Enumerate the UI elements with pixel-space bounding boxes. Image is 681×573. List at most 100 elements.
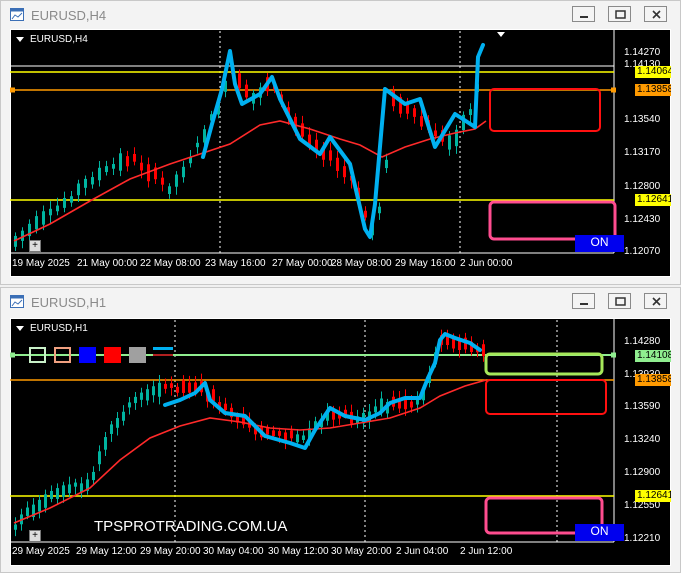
tool-swatch-blue[interactable] (79, 347, 96, 363)
tool-swatch-red[interactable] (104, 347, 121, 363)
price-label: 1.12800 (624, 181, 661, 192)
on-button[interactable]: ON (575, 235, 624, 252)
candle-body (469, 109, 472, 116)
candle-body (68, 484, 71, 494)
candle-body (152, 386, 155, 396)
symbol-label: EURUSD,H1 (30, 323, 88, 334)
tool-line-blue[interactable] (153, 347, 173, 350)
time-label: 22 May 08:00 (140, 258, 201, 269)
tool-swatch-gray[interactable] (129, 347, 146, 363)
candle-body (170, 383, 173, 388)
candle-body (448, 135, 451, 150)
candle-body (329, 150, 332, 161)
chart-area-h4[interactable]: EURUSD,H4 1.14270 1.14130 1.13540 1.1317… (10, 29, 671, 277)
candle-body (140, 162, 143, 171)
candle-body (378, 206, 381, 214)
candle-body (119, 153, 122, 171)
price-label: 1.13240 (624, 434, 661, 445)
close-button[interactable] (644, 293, 667, 309)
chart-menu-triangle-icon[interactable] (16, 37, 24, 42)
candle-body (74, 482, 77, 487)
level-badge-yellow: 1.14064 (635, 66, 671, 78)
candle-body (49, 208, 52, 216)
price-label: 1.12070 (624, 246, 661, 257)
candle-body (128, 402, 131, 408)
candle-body (176, 386, 179, 393)
price-label: 1.12210 (624, 533, 661, 544)
tool-swatch-orange-outline[interactable] (54, 347, 71, 363)
candle-body (212, 389, 215, 402)
candle-body (413, 108, 416, 117)
candle-body (98, 167, 101, 181)
time-label: 2 Jun 00:00 (460, 258, 513, 269)
candle-body (110, 424, 113, 434)
candle-body (196, 142, 199, 148)
candle-body (14, 524, 17, 530)
candle-body (56, 488, 59, 499)
expand-plus-icon[interactable]: + (29, 240, 41, 252)
minimize-button[interactable] (572, 6, 595, 22)
window-title: EURUSD,H4 (31, 8, 107, 23)
chart-window-icon (10, 295, 24, 308)
time-label: 30 May 04:00 (203, 546, 264, 557)
candle-body (374, 406, 377, 413)
chart-window-h1: EURUSD,H1 EURUSD,H1 1.14280 1.13930 1.13… (0, 287, 681, 573)
candle-body (278, 431, 281, 436)
on-button[interactable]: ON (575, 524, 624, 541)
chart-area-h1[interactable]: EURUSD,H1 1.14280 1.13930 1.13590 1.1324… (10, 318, 671, 566)
candle-body (245, 84, 248, 98)
moving-average-line (13, 379, 487, 524)
time-label: 23 May 16:00 (205, 258, 266, 269)
candle-body (26, 507, 29, 516)
candle-body (266, 428, 269, 435)
candle-body (70, 196, 73, 203)
candle-body (188, 382, 191, 393)
window-titlebar[interactable]: EURUSD,H1 (1, 288, 680, 316)
candle-body (62, 485, 65, 497)
close-icon (652, 297, 661, 306)
candle-body (168, 186, 171, 195)
close-icon (652, 10, 661, 19)
candle-body (104, 437, 107, 450)
maximize-icon (615, 297, 626, 306)
candle-body (182, 380, 185, 393)
price-label: 1.13540 (624, 114, 661, 125)
level-badge-orange: 1.13858 (635, 84, 671, 96)
zone-box (489, 88, 601, 132)
candle-body (420, 116, 423, 127)
candle-body (175, 174, 178, 187)
zone-box (485, 379, 607, 415)
zone-box (484, 352, 604, 376)
tool-swatch-green-outline[interactable] (29, 347, 46, 363)
candle-body (336, 157, 339, 171)
time-label: 21 May 00:00 (77, 258, 138, 269)
symbol-label: EURUSD,H4 (30, 34, 88, 45)
chart-window-icon (10, 8, 24, 21)
tool-line-red[interactable] (153, 354, 173, 356)
maximize-button[interactable] (608, 293, 631, 309)
candle-body (105, 166, 108, 173)
candle-body (164, 383, 167, 389)
time-label: 30 May 20:00 (331, 546, 392, 557)
time-label: 29 May 12:00 (76, 546, 137, 557)
candle-body (134, 396, 137, 404)
level-marker (611, 352, 616, 358)
time-label: 2 Jun 12:00 (460, 546, 513, 557)
chart-window-h4: EURUSD,H4 EURUSD,H4 1.14270 1.14130 1.13… (0, 0, 681, 285)
close-button[interactable] (644, 6, 667, 22)
minimize-button[interactable] (572, 293, 595, 309)
level-badge-yellow: 1.12641 (635, 194, 671, 206)
maximize-icon (615, 10, 626, 19)
time-label: 29 May 16:00 (395, 258, 456, 269)
candle-body (133, 153, 136, 162)
candle-body (92, 471, 95, 481)
time-label: 30 May 12:00 (268, 546, 329, 557)
chart-menu-triangle-icon[interactable] (16, 326, 24, 331)
maximize-button[interactable] (608, 6, 631, 22)
window-titlebar[interactable]: EURUSD,H4 (1, 1, 680, 29)
chart-shift-marker-icon[interactable] (497, 32, 505, 37)
expand-plus-icon[interactable]: + (29, 530, 41, 542)
level-marker (10, 352, 15, 358)
time-label: 2 Jun 04:00 (396, 546, 449, 557)
time-label: 19 May 2025 (12, 258, 70, 269)
